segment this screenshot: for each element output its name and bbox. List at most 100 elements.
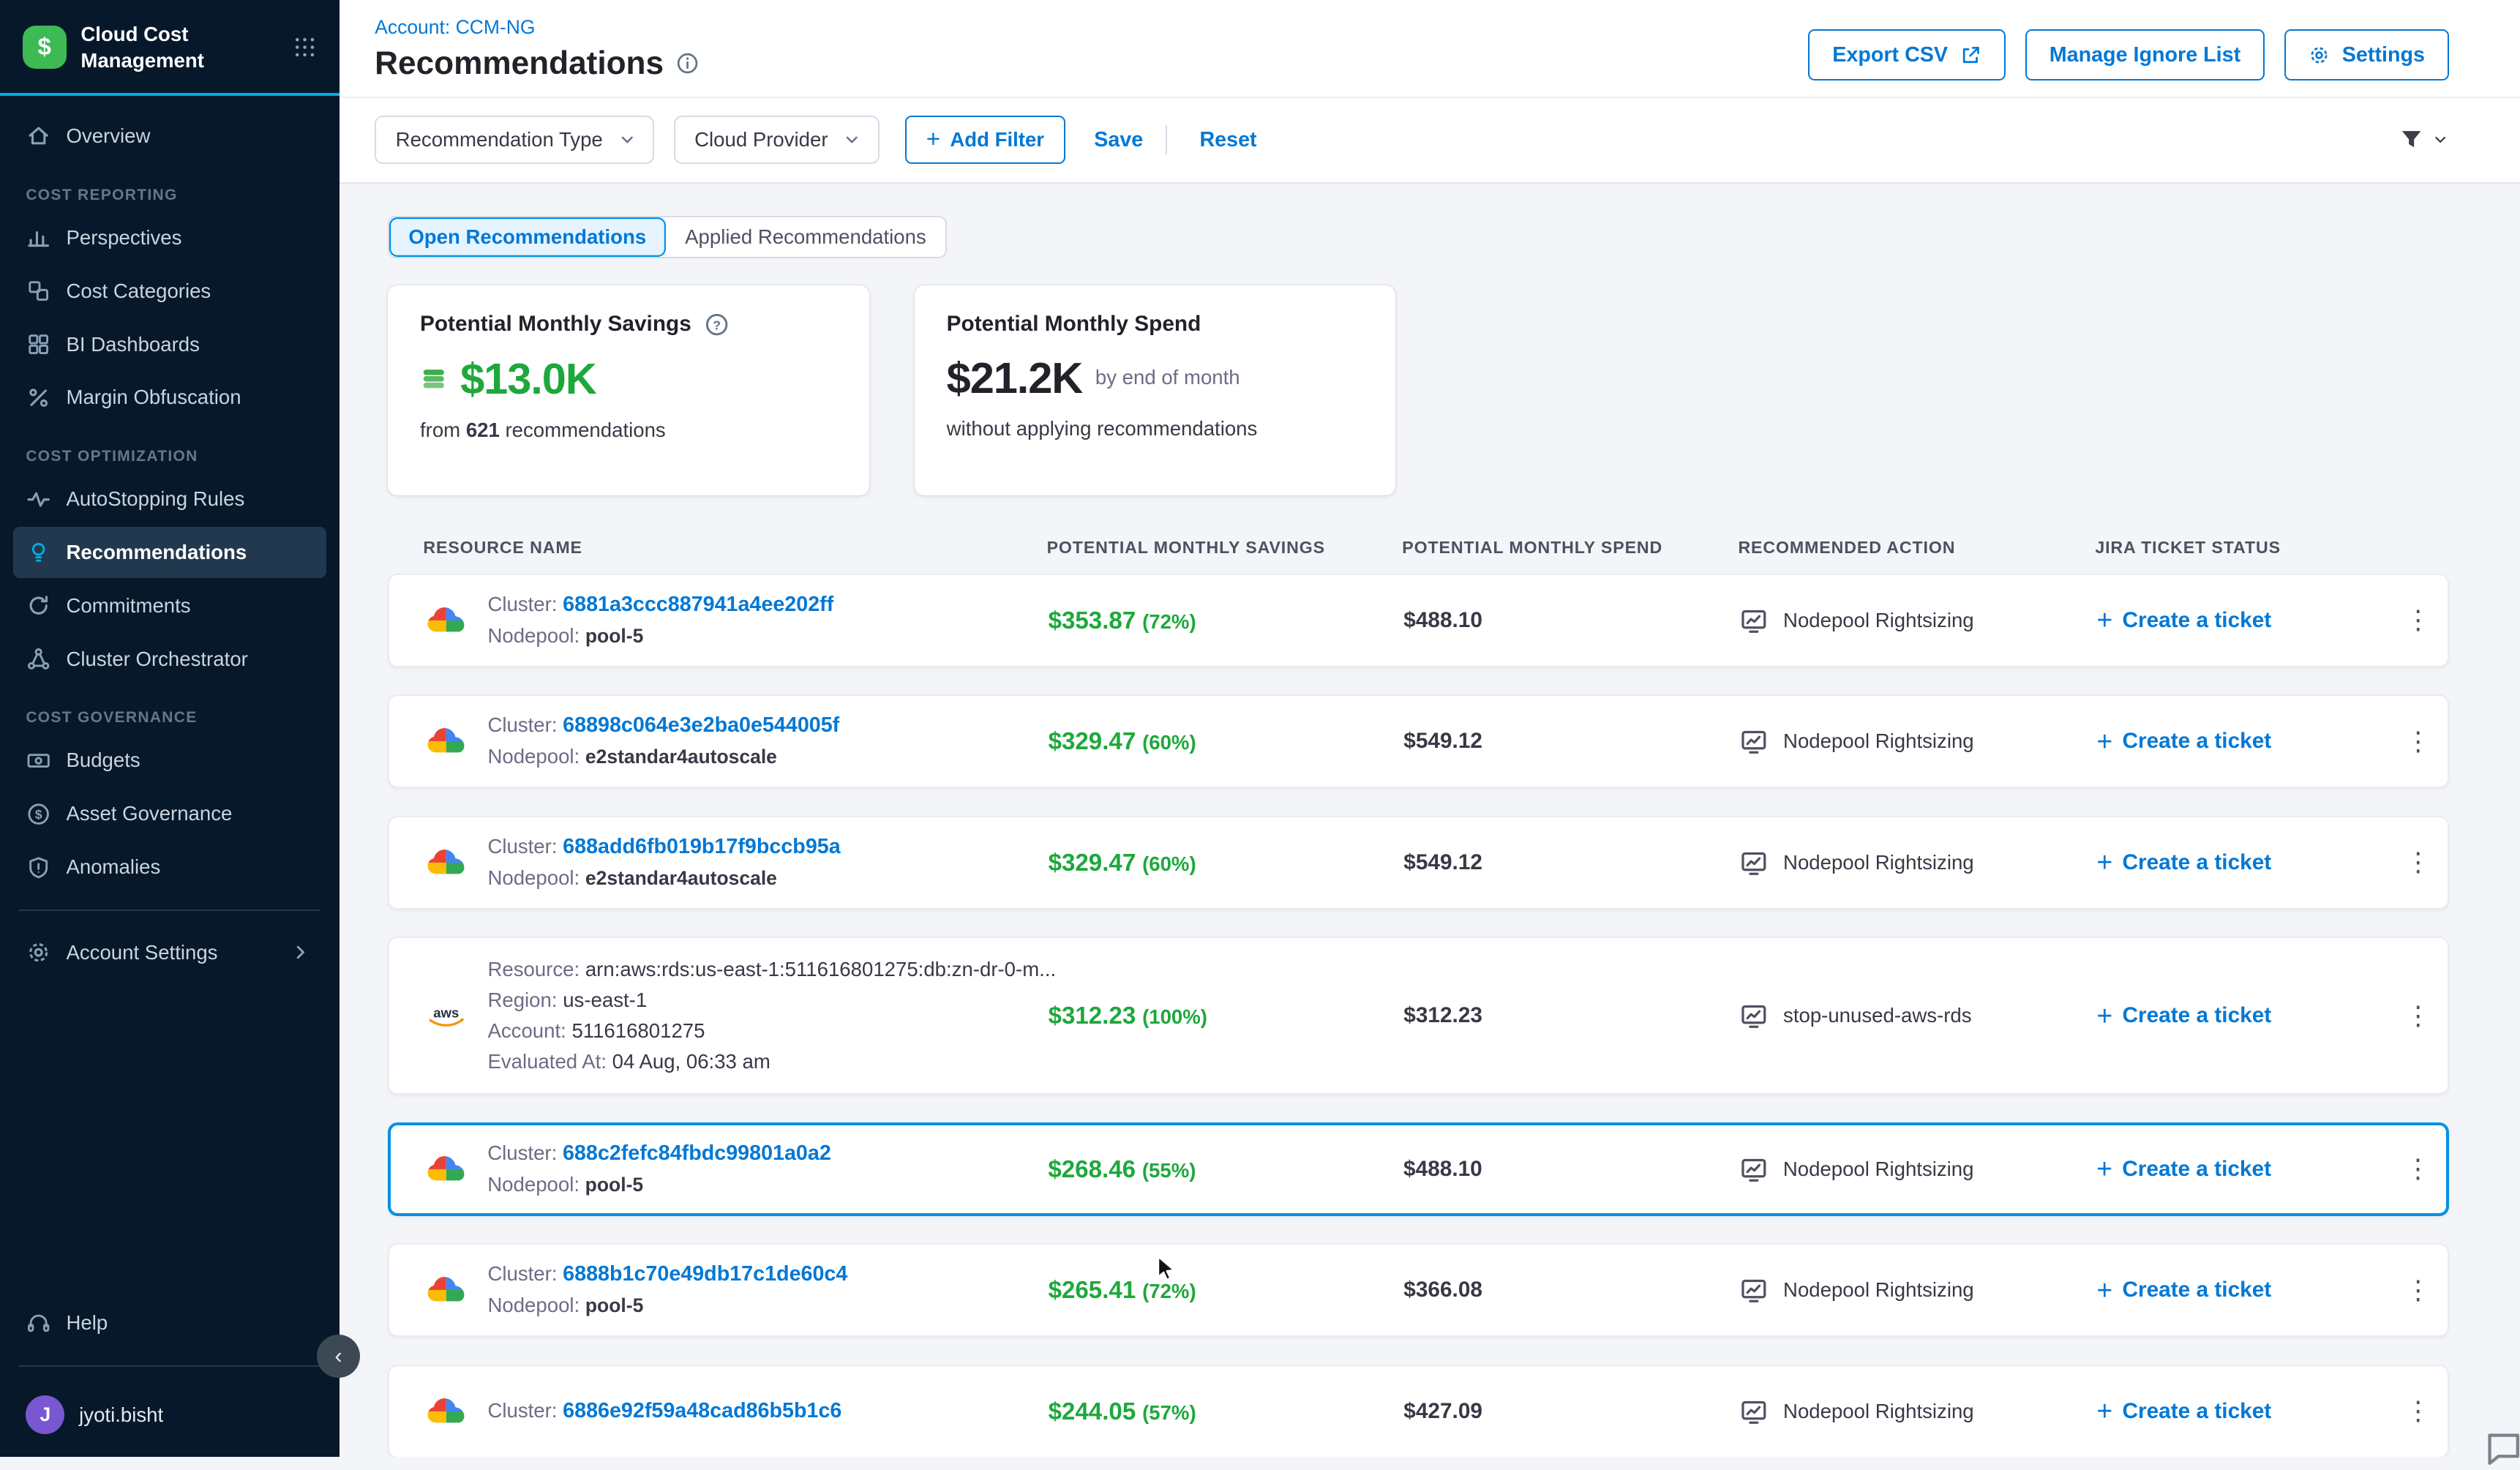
table-row[interactable]: Cluster: 688add6fb019b17f9bccb95a Nodepo… bbox=[388, 816, 2449, 910]
recommendation-type-dropdown[interactable]: Recommendation Type bbox=[375, 116, 654, 164]
action-cell: Nodepool Rightsizing bbox=[1739, 848, 2096, 877]
create-ticket-button[interactable]: +Create a ticket bbox=[2096, 1155, 2395, 1183]
spend-cell: $549.12 bbox=[1403, 850, 1739, 875]
sidebar-item-recommendations[interactable]: Recommendations bbox=[13, 527, 326, 579]
table-row[interactable]: Resource: arn:aws:rds:us-east-1:51161680… bbox=[388, 937, 2449, 1095]
savings-cell: $265.41(72%) bbox=[1049, 1275, 1404, 1305]
plus-icon: + bbox=[2096, 1398, 2112, 1425]
gcp-icon bbox=[424, 847, 468, 878]
sidebar-item-margin-obfuscation[interactable]: Margin Obfuscation bbox=[13, 372, 326, 424]
cluster-link[interactable]: 688add6fb019b17f9bccb95a bbox=[563, 835, 841, 858]
sidebar-item-perspectives[interactable]: Perspectives bbox=[13, 212, 326, 264]
sidebar-item-autostopping-rules[interactable]: AutoStopping Rules bbox=[13, 473, 326, 525]
aws-icon bbox=[424, 1002, 468, 1030]
sidebar-nav: Overview COST REPORTING Perspectives Cos… bbox=[0, 96, 340, 980]
headset-icon bbox=[26, 1310, 51, 1336]
resource-cell: Cluster: 688add6fb019b17f9bccb95a Nodepo… bbox=[424, 831, 1048, 894]
sidebar-item-cost-categories[interactable]: Cost Categories bbox=[13, 265, 326, 317]
create-ticket-button[interactable]: +Create a ticket bbox=[2096, 728, 2395, 756]
create-ticket-button[interactable]: +Create a ticket bbox=[2096, 849, 2395, 877]
help-circle-icon[interactable] bbox=[704, 312, 730, 337]
create-ticket-button[interactable]: +Create a ticket bbox=[2096, 607, 2395, 634]
cluster-link[interactable]: 6886e92f59a48cad86b5b1c6 bbox=[563, 1399, 841, 1422]
content-area: Open Recommendations Applied Recommendat… bbox=[340, 184, 2520, 1458]
save-filter-button[interactable]: Save bbox=[1094, 128, 1143, 152]
col-potential-spend: POTENTIAL MONTHLY SPEND bbox=[1402, 538, 1738, 558]
sidebar-divider bbox=[19, 910, 320, 911]
action-cell: Nodepool Rightsizing bbox=[1739, 1397, 2096, 1426]
reset-filter-button[interactable]: Reset bbox=[1199, 128, 1256, 152]
kebab-menu-icon[interactable]: ⋮ bbox=[2396, 1151, 2441, 1188]
sidebar-item-bi-dashboards[interactable]: BI Dashboards bbox=[13, 318, 326, 370]
create-ticket-button[interactable]: +Create a ticket bbox=[2096, 1398, 2395, 1425]
sidebar-item-commitments[interactable]: Commitments bbox=[13, 580, 326, 632]
table-row[interactable]: Cluster: 68898c064e3e2ba0e544005f Nodepo… bbox=[388, 694, 2449, 788]
cluster-link[interactable]: 68898c064e3e2ba0e544005f bbox=[563, 713, 839, 737]
categories-icon bbox=[26, 278, 51, 304]
funnel-icon bbox=[2399, 127, 2424, 152]
resource-cell: Cluster: 688c2fefc84fbdc99801a0a2 Nodepo… bbox=[424, 1138, 1048, 1201]
percent-icon bbox=[26, 385, 51, 410]
plus-icon: + bbox=[2096, 728, 2112, 756]
manage-ignore-list-button[interactable]: Manage Ignore List bbox=[2025, 29, 2265, 81]
table-row[interactable]: Cluster: 6881a3ccc887941a4ee202ff Nodepo… bbox=[388, 574, 2449, 667]
user-profile[interactable]: J jyoti.bisht bbox=[0, 1383, 340, 1447]
table-row[interactable]: Cluster: 6888b1c70e49db17c1de60c4 Nodepo… bbox=[388, 1243, 2449, 1337]
kebab-menu-icon[interactable]: ⋮ bbox=[2396, 602, 2441, 639]
cluster-link[interactable]: 6888b1c70e49db17c1de60c4 bbox=[563, 1262, 847, 1286]
sidebar-item-account-settings[interactable]: Account Settings bbox=[13, 927, 326, 979]
table-row[interactable]: Cluster: 688c2fefc84fbdc99801a0a2 Nodepo… bbox=[388, 1122, 2449, 1216]
potential-monthly-savings-card: Potential Monthly Savings $13.0K from 62… bbox=[388, 285, 869, 495]
filter-bar: Recommendation Type Cloud Provider + Add… bbox=[340, 97, 2520, 184]
nav-section-cost-governance: COST GOVERNANCE bbox=[26, 709, 313, 727]
cluster-link[interactable]: 6881a3ccc887941a4ee202ff bbox=[563, 593, 833, 616]
info-icon[interactable] bbox=[675, 51, 700, 75]
sidebar-item-budgets[interactable]: Budgets bbox=[13, 735, 326, 787]
nav-section-cost-reporting: COST REPORTING bbox=[26, 187, 313, 204]
sidebar-item-anomalies[interactable]: Anomalies bbox=[13, 841, 326, 893]
savings-cell: $353.87(72%) bbox=[1049, 606, 1404, 635]
chat-help-icon[interactable] bbox=[2483, 1428, 2520, 1470]
user-name: jyoti.bisht bbox=[79, 1403, 163, 1427]
action-cell: stop-unused-aws-rds bbox=[1739, 1001, 2096, 1030]
resource-cell: Cluster: 6888b1c70e49db17c1de60c4 Nodepo… bbox=[424, 1259, 1048, 1321]
action-icon bbox=[1739, 727, 1769, 756]
kebab-menu-icon[interactable]: ⋮ bbox=[2396, 723, 2441, 760]
main-area: Account: CCM-NG Recommendations Export C… bbox=[340, 0, 2520, 1457]
pulse-icon bbox=[26, 487, 51, 512]
export-csv-button[interactable]: Export CSV bbox=[1808, 29, 2006, 81]
create-ticket-button[interactable]: +Create a ticket bbox=[2096, 1277, 2395, 1305]
kebab-menu-icon[interactable]: ⋮ bbox=[2396, 1393, 2441, 1430]
filter-panel-toggle[interactable] bbox=[2399, 127, 2448, 152]
create-ticket-button[interactable]: +Create a ticket bbox=[2096, 1002, 2395, 1030]
spend-value: $21.2K bbox=[947, 353, 1083, 403]
kebab-menu-icon[interactable]: ⋮ bbox=[2396, 1272, 2441, 1308]
sidebar-collapse-button[interactable]: ‹ bbox=[317, 1335, 361, 1379]
sidebar-item-asset-governance[interactable]: Asset Governance bbox=[13, 788, 326, 840]
settings-button[interactable]: Settings bbox=[2284, 29, 2449, 81]
col-recommended-action: RECOMMENDED ACTION bbox=[1738, 538, 2095, 558]
gear-icon bbox=[2308, 44, 2330, 67]
table-row[interactable]: Cluster: 6886e92f59a48cad86b5b1c6 $244.0… bbox=[388, 1365, 2449, 1457]
plus-icon: + bbox=[2096, 607, 2112, 634]
kebab-menu-icon[interactable]: ⋮ bbox=[2396, 997, 2441, 1034]
spend-cell: $488.10 bbox=[1403, 1157, 1739, 1182]
sidebar: $ Cloud Cost Management Overview COST RE… bbox=[0, 0, 340, 1457]
add-filter-button[interactable]: + Add Filter bbox=[905, 116, 1065, 164]
sidebar-item-help[interactable]: Help bbox=[13, 1297, 326, 1349]
cloud-provider-dropdown[interactable]: Cloud Provider bbox=[674, 116, 880, 164]
account-breadcrumb[interactable]: Account: CCM-NG bbox=[375, 16, 699, 39]
tab-open-recommendations[interactable]: Open Recommendations bbox=[389, 217, 666, 257]
tab-applied-recommendations[interactable]: Applied Recommendations bbox=[666, 217, 946, 257]
kebab-menu-icon[interactable]: ⋮ bbox=[2396, 844, 2441, 881]
sidebar-item-overview[interactable]: Overview bbox=[13, 110, 326, 162]
sidebar-divider bbox=[19, 1365, 320, 1367]
plus-icon: + bbox=[2096, 849, 2112, 877]
savings-value: $13.0K bbox=[460, 353, 596, 404]
cluster-link[interactable]: 688c2fefc84fbdc99801a0a2 bbox=[563, 1141, 831, 1165]
app-header: $ Cloud Cost Management bbox=[0, 0, 340, 96]
spend-cell: $488.10 bbox=[1403, 608, 1739, 633]
module-grid-icon[interactable] bbox=[293, 35, 317, 59]
external-link-icon bbox=[1960, 44, 1982, 67]
sidebar-item-cluster-orchestrator[interactable]: Cluster Orchestrator bbox=[13, 633, 326, 685]
